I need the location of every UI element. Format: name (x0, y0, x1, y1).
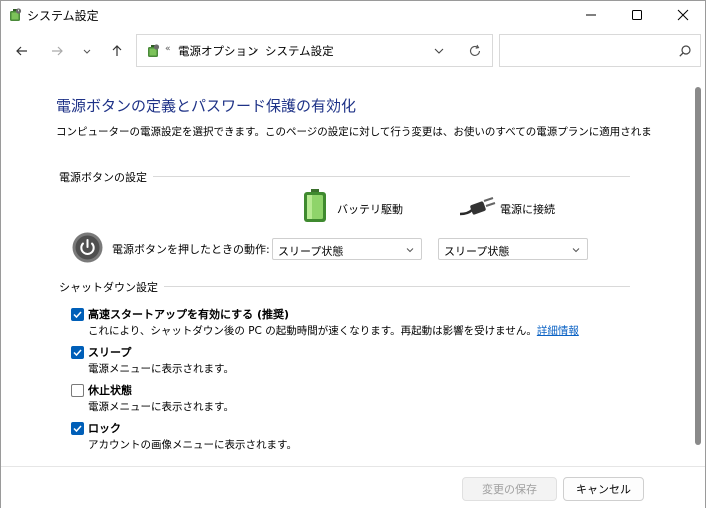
up-button[interactable] (106, 40, 128, 62)
checkmark-icon (73, 311, 82, 319)
page-description: コンピューターの電源設定を選択できます。このページの設定に対して行う変更は、お使… (56, 126, 652, 138)
checkmark-icon (73, 349, 82, 357)
power-options-icon (148, 44, 160, 57)
close-icon (677, 9, 689, 21)
section-divider (151, 286, 630, 287)
address-history-chevron-icon[interactable] (431, 43, 447, 59)
chevron-down-icon (572, 248, 580, 253)
breadcrumb-system-settings[interactable]: システム設定 (265, 43, 334, 59)
forward-arrow-icon (52, 46, 63, 56)
fast-startup-label[interactable]: 高速スタートアップを有効にする (推奨) (88, 306, 289, 322)
minimize-button[interactable] (568, 1, 614, 29)
chevron-down-icon (83, 49, 91, 54)
window-title: システム設定 (27, 9, 99, 23)
shutdown-section-label: シャットダウン設定 (59, 279, 164, 295)
plug-icon (460, 197, 496, 216)
forward-button[interactable] (46, 40, 68, 62)
plugged-power-button-action-select[interactable]: スリープ状態 (438, 238, 588, 260)
hibernate-checkbox[interactable] (71, 384, 84, 397)
battery-column-label: バッテリ駆動 (337, 203, 403, 216)
system-settings-window: システム設定 « 電源オプション › システム設定 電源ボタンの定義とパスワード… (0, 0, 706, 508)
hibernate-label[interactable]: 休止状態 (88, 382, 132, 398)
close-button[interactable] (660, 1, 706, 29)
breadcrumb-overflow[interactable]: « (165, 44, 171, 54)
plugged-action-value: スリープ状態 (444, 245, 510, 258)
power-button-action-label: 電源ボタンを押したときの動作: (112, 243, 270, 256)
power-options-app-icon (10, 8, 22, 21)
power-button-icon (72, 232, 103, 263)
footer-bar: 変更の保存 キャンセル (1, 466, 705, 508)
up-arrow-icon (112, 45, 122, 56)
fast-startup-description: これにより、シャットダウン後の PC の起動時間が速くなります。再起動は影響を受… (88, 323, 579, 338)
lock-checkbox[interactable] (71, 422, 84, 435)
chevron-down-icon (406, 248, 414, 253)
battery-action-value: スリープ状態 (278, 245, 344, 258)
search-icon (679, 45, 691, 57)
checkmark-icon (73, 425, 82, 433)
save-changes-button[interactable]: 変更の保存 (462, 477, 557, 501)
scrollbar-thumb[interactable] (695, 87, 701, 445)
battery-power-button-action-select[interactable]: スリープ状態 (272, 238, 422, 260)
search-input[interactable] (499, 34, 701, 67)
more-info-link[interactable]: 詳細情報 (537, 325, 579, 337)
back-arrow-icon (16, 46, 27, 56)
content-pane: 電源ボタンの定義とパスワード保護の有効化 コンピューターの電源設定を選択できます… (1, 73, 693, 466)
vertical-scrollbar[interactable] (693, 73, 705, 466)
hibernate-description: 電源メニューに表示されます。 (88, 401, 234, 413)
lock-label[interactable]: ロック (88, 420, 121, 436)
page-title: 電源ボタンの定義とパスワード保護の有効化 (56, 97, 357, 115)
plugged-in-column-label: 電源に接続 (500, 203, 555, 216)
maximize-button[interactable] (614, 1, 660, 29)
sleep-description: 電源メニューに表示されます。 (88, 363, 234, 375)
back-button[interactable] (11, 40, 33, 62)
fast-startup-desc-text: これにより、シャットダウン後の PC の起動時間が速くなります。再起動は影響を受… (88, 325, 537, 337)
sleep-checkbox[interactable] (71, 346, 84, 359)
lock-description: アカウントの画像メニューに表示されます。 (88, 439, 297, 451)
section-divider (151, 176, 630, 177)
minimize-icon (586, 14, 596, 16)
fast-startup-checkbox[interactable] (71, 308, 84, 321)
title-bar[interactable]: システム設定 (1, 1, 705, 29)
power-button-section-label: 電源ボタンの設定 (59, 169, 153, 185)
navigation-bar: « 電源オプション › システム設定 (1, 29, 705, 73)
breadcrumb-separator: › (253, 43, 258, 56)
address-bar[interactable]: « 電源オプション › システム設定 (136, 34, 493, 67)
cancel-button[interactable]: キャンセル (563, 477, 644, 501)
maximize-icon (632, 10, 642, 20)
battery-icon (304, 189, 326, 222)
breadcrumb-power-options[interactable]: 電源オプション (178, 43, 259, 59)
sleep-label[interactable]: スリープ (88, 344, 131, 360)
refresh-icon[interactable] (467, 43, 483, 59)
recent-locations-button[interactable] (76, 40, 98, 62)
